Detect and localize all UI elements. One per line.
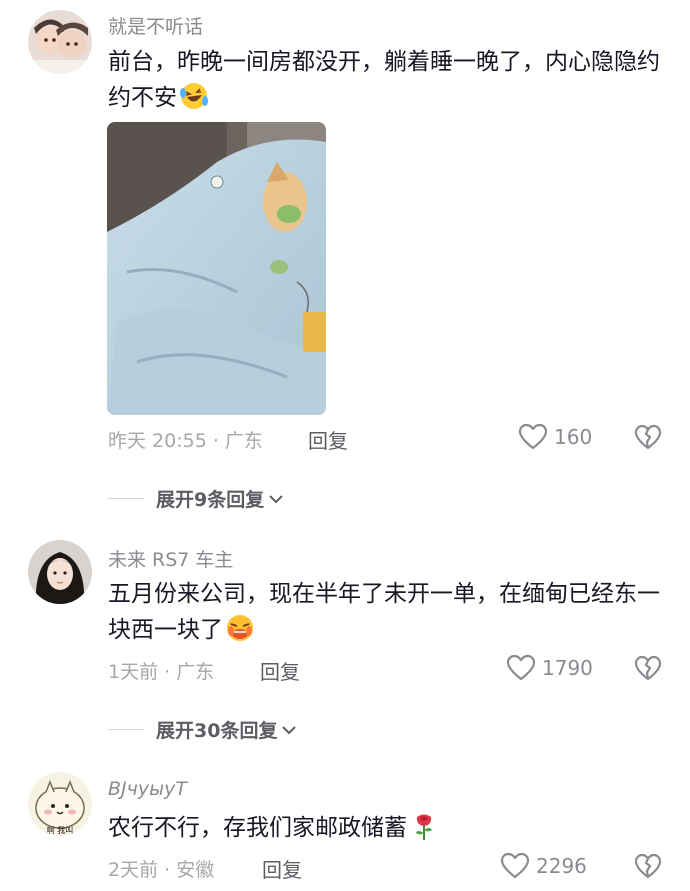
reply-button[interactable]: 回复 [308,425,348,454]
like-count: 2296 [536,854,587,878]
avatar[interactable]: 啊 我叫 [28,772,92,836]
rose-emoji [416,814,432,840]
reply-button[interactable]: 回复 [260,656,300,685]
comment-meta: 1天前 · 广东 [108,661,215,683]
username[interactable]: ВJчуыуТ [108,778,187,800]
comment-meta: 昨天 20:55 · 广东 [108,430,263,452]
comment-text-content: 五月份来公司，现在半年了未开一单，在缅甸已经东一块西一块了 [108,581,660,643]
like-button[interactable]: 2296 [500,852,587,880]
dislike-broken-heart-icon[interactable] [634,424,662,450]
comment-text: 五月份来公司，现在半年了未开一单，在缅甸已经东一块西一块了 [108,576,668,648]
like-button[interactable]: 1790 [506,654,593,682]
username[interactable]: 未来 RS7 车主 [108,545,233,572]
heart-icon [518,423,548,450]
avatar[interactable] [28,540,92,604]
comment-meta: 2天前 · 安徽 [108,859,215,881]
like-count: 1790 [542,656,593,680]
divider [108,498,144,499]
avatar[interactable] [28,10,92,74]
comment-text-content: 农行不行，存我们家邮政储蓄 [108,815,407,841]
crying-face-emoji [227,615,253,641]
expand-replies-label: 展开9条回复 [156,489,265,511]
expand-replies-button[interactable]: 展开30条回复 [108,716,297,743]
comment-text: 前台，昨晚一间房都没开，躺着睡一晚了，内心隐隐约约不安 [108,44,668,116]
heart-icon [506,654,536,681]
like-button[interactable]: 160 [518,423,592,451]
comment-text: 农行不行，存我们家邮政储蓄 [108,810,668,846]
comment-photo[interactable] [107,122,326,415]
dislike-broken-heart-icon[interactable] [634,853,662,879]
chevron-down-icon [282,725,297,734]
username[interactable]: 就是不听话 [108,12,203,39]
heart-icon [500,852,530,879]
laughing-crying-emoji [180,83,208,109]
chevron-down-icon [269,494,283,503]
expand-replies-label: 展开30条回复 [156,720,278,742]
like-count: 160 [554,425,593,449]
expand-replies-button[interactable]: 展开9条回复 [108,485,284,512]
avatar-caption: 啊 我叫 [47,825,74,835]
reply-button[interactable]: 回复 [262,854,302,883]
divider [108,729,144,730]
dislike-broken-heart-icon[interactable] [634,655,662,681]
